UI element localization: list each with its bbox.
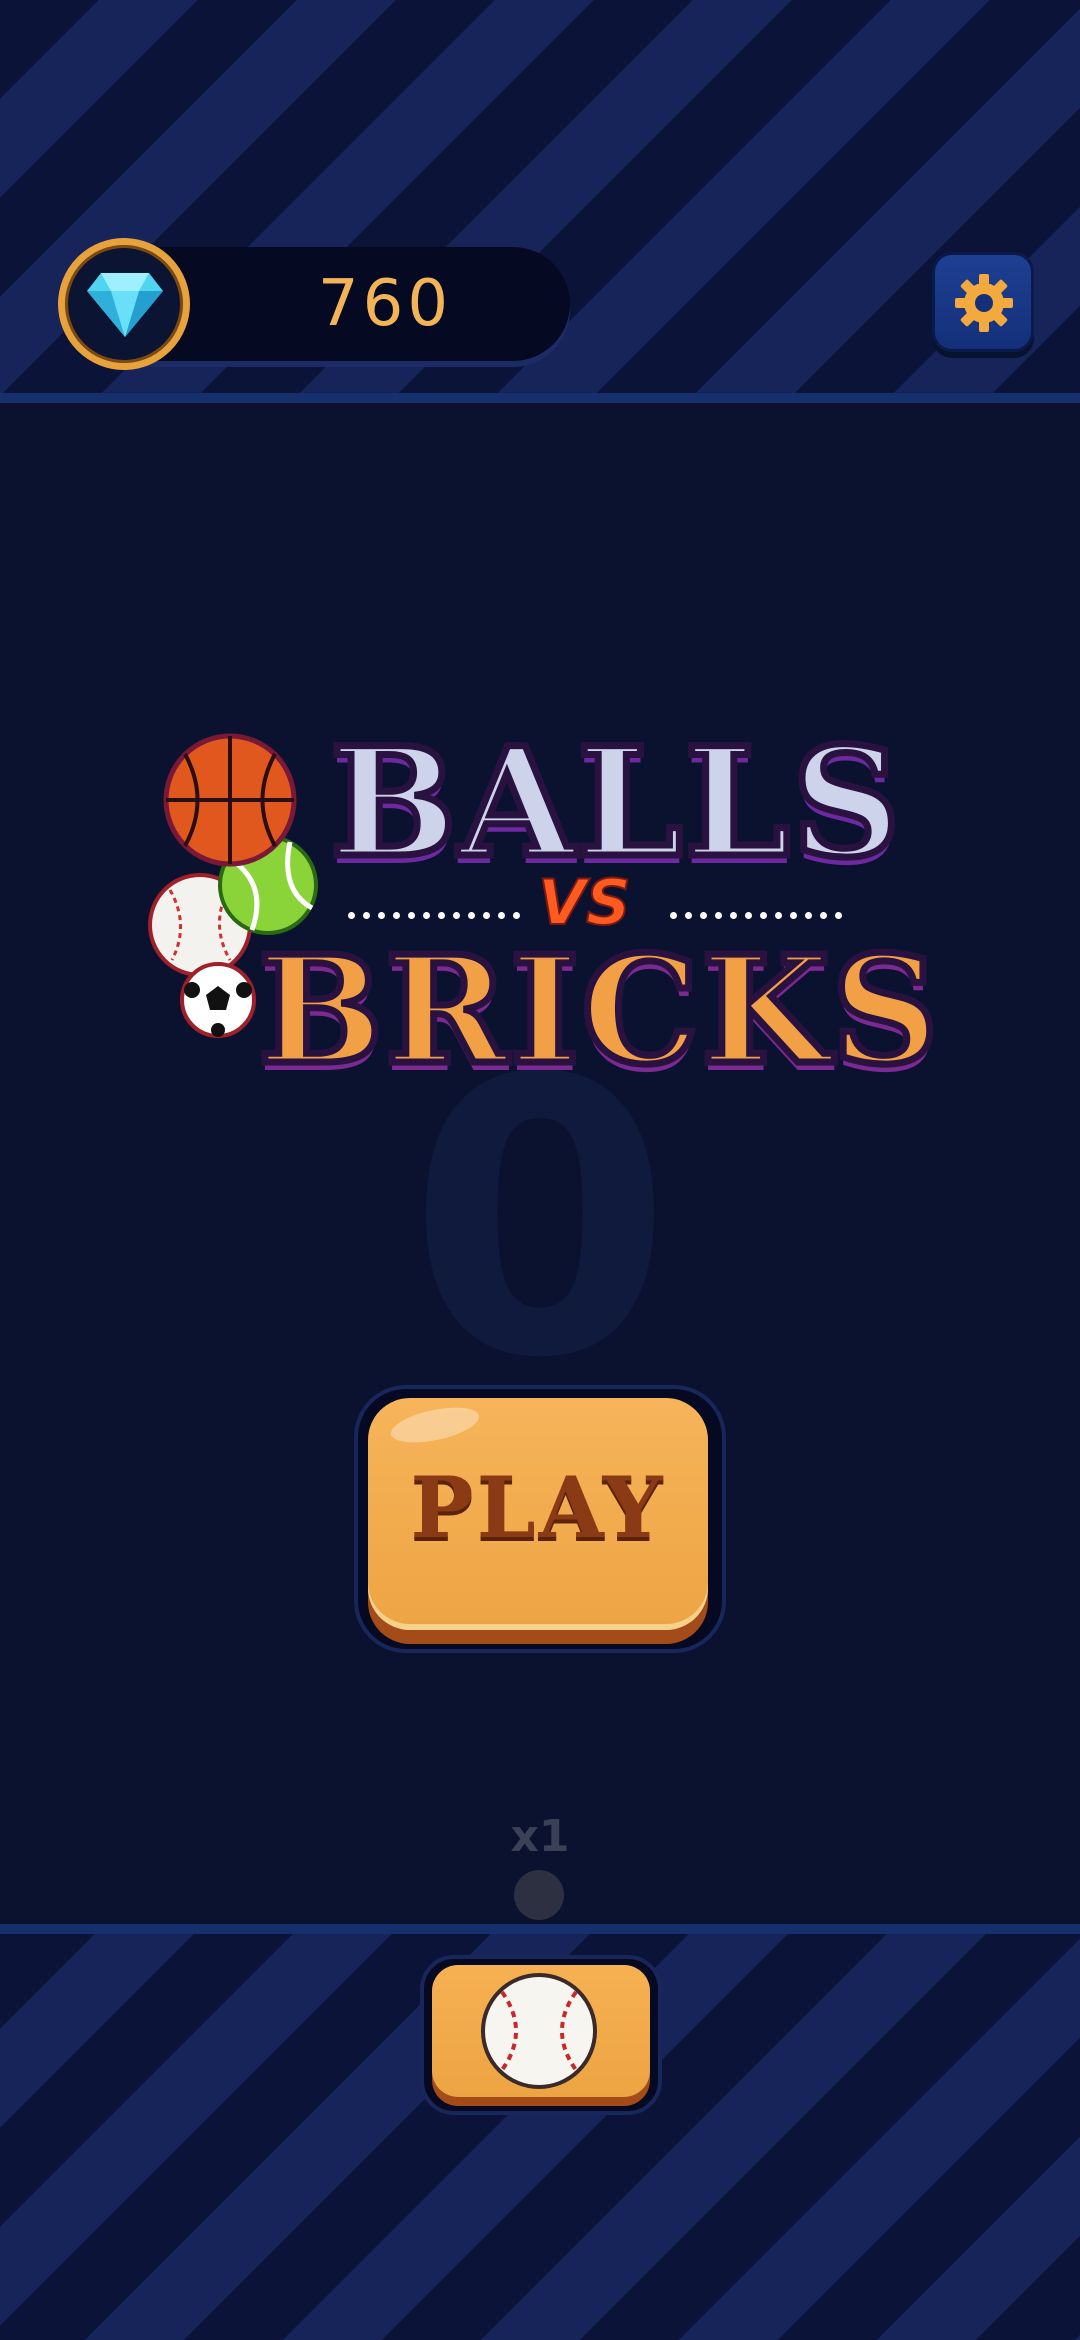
playfield-top-border bbox=[0, 393, 1080, 403]
ball-selector-button[interactable] bbox=[432, 1965, 650, 2097]
ball-multiplier: x1 bbox=[510, 1811, 570, 1862]
play-button-label: PLAY bbox=[410, 1458, 666, 1557]
diamond-icon bbox=[87, 273, 163, 337]
play-button[interactable]: PLAY bbox=[368, 1398, 708, 1630]
logo-title-bricks: BRICKS bbox=[255, 923, 943, 1097]
logo-divider-right bbox=[670, 904, 870, 919]
ball-icon bbox=[514, 1870, 564, 1920]
baseball-icon bbox=[481, 1973, 597, 2089]
gear-icon bbox=[955, 274, 1013, 332]
settings-button[interactable] bbox=[932, 252, 1034, 352]
game-logo: BALLS VS BRICKS bbox=[140, 720, 960, 1120]
logo-divider-left bbox=[348, 904, 538, 919]
gem-badge bbox=[58, 238, 190, 370]
logo-title-balls: BALLS bbox=[326, 715, 903, 891]
playfield-bottom-border bbox=[0, 1924, 1080, 1934]
gem-count: 760 bbox=[317, 267, 453, 341]
